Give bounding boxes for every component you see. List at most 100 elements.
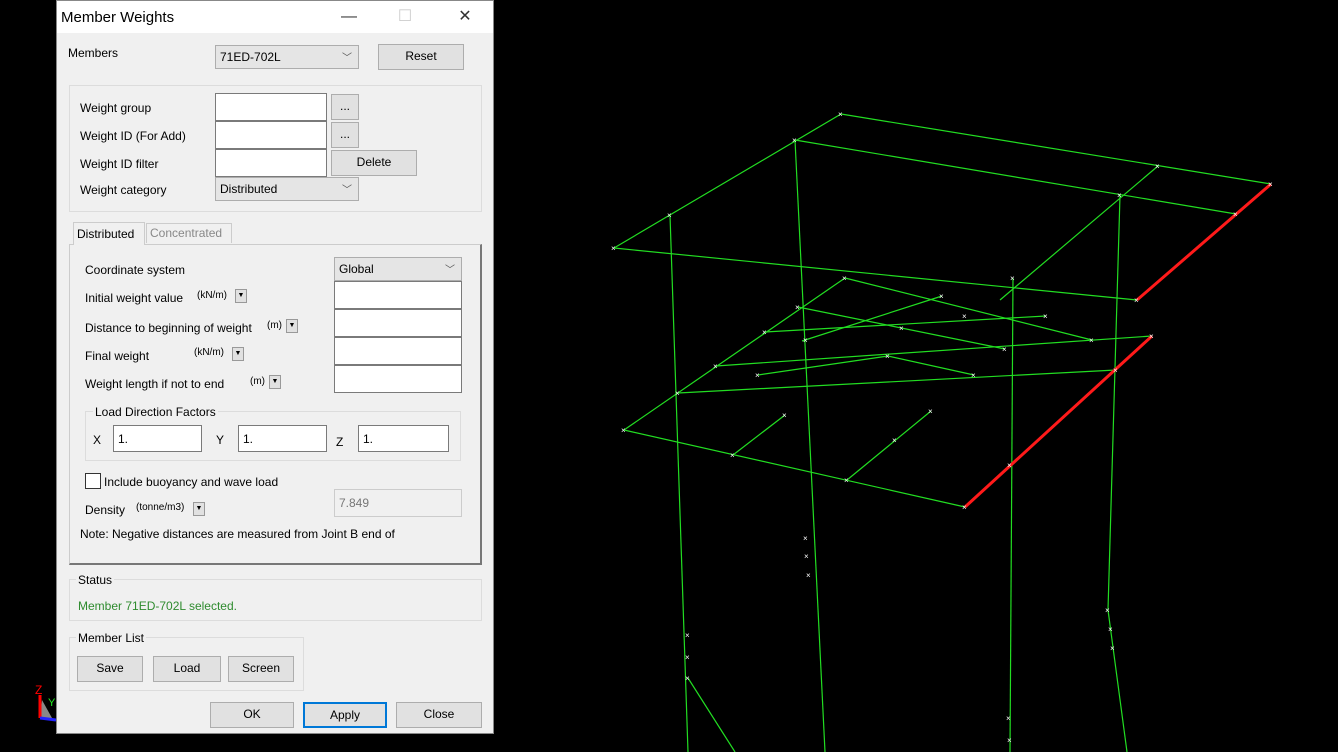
close-button[interactable]: Close — [396, 702, 482, 728]
frame-member[interactable] — [669, 214, 689, 752]
frame-member[interactable] — [801, 295, 943, 342]
members-select[interactable]: 71ED-702L ﹀ — [215, 45, 359, 69]
joint-marker[interactable]: × — [1155, 162, 1160, 171]
frame-member[interactable] — [840, 113, 1272, 185]
minimize-icon[interactable]: — — [329, 5, 369, 29]
weight-length-unit-dropdown[interactable]: ▼ — [269, 375, 281, 389]
joint-marker[interactable]: × — [962, 312, 967, 321]
delete-button[interactable]: Delete — [331, 150, 417, 176]
ok-button[interactable]: OK — [210, 702, 294, 728]
joint-marker[interactable]: × — [1110, 644, 1115, 653]
density-unit-dropdown[interactable]: ▼ — [193, 502, 205, 516]
frame-member[interactable] — [764, 315, 1047, 333]
x-factor-input[interactable] — [113, 425, 202, 452]
final-weight-unit-dropdown[interactable]: ▼ — [232, 347, 244, 361]
weight-length-input[interactable] — [334, 365, 462, 393]
joint-marker[interactable]: × — [803, 534, 808, 543]
joint-marker[interactable]: × — [1089, 336, 1094, 345]
save-button[interactable]: Save — [77, 656, 143, 682]
weight-filter-input[interactable] — [215, 149, 327, 177]
joint-marker[interactable]: × — [1134, 296, 1139, 305]
screen-button[interactable]: Screen — [228, 656, 294, 682]
joint-marker[interactable]: × — [838, 110, 843, 119]
joint-marker[interactable]: × — [939, 292, 944, 301]
joint-marker[interactable]: × — [713, 362, 718, 371]
initial-weight-unit-dropdown[interactable]: ▼ — [235, 289, 247, 303]
joint-marker[interactable]: × — [1268, 180, 1273, 189]
joint-marker[interactable]: × — [675, 389, 680, 398]
joint-marker[interactable]: × — [782, 411, 787, 420]
joint-marker[interactable]: × — [928, 407, 933, 416]
frame-member[interactable] — [1107, 194, 1121, 611]
frame-member[interactable] — [623, 277, 846, 431]
apply-button[interactable]: Apply — [303, 702, 387, 728]
frame-member[interactable] — [844, 277, 1093, 341]
frame-member[interactable] — [732, 414, 786, 456]
frame-member[interactable] — [677, 369, 1117, 394]
distance-input[interactable] — [334, 309, 462, 337]
weight-group-browse-button[interactable]: ... — [331, 94, 359, 120]
z-factor-input[interactable] — [358, 425, 449, 452]
frame-member[interactable] — [687, 677, 736, 752]
joint-marker[interactable]: × — [611, 244, 616, 253]
joint-marker[interactable]: × — [795, 303, 800, 312]
frame-member[interactable] — [887, 355, 975, 376]
joint-marker[interactable]: × — [755, 371, 760, 380]
frame-member[interactable] — [999, 165, 1159, 301]
y-factor-input[interactable] — [238, 425, 327, 452]
frame-member[interactable] — [794, 139, 1237, 215]
joint-marker[interactable]: × — [804, 552, 809, 561]
tab-concentrated[interactable]: Concentrated — [146, 223, 232, 243]
joint-marker[interactable]: × — [685, 631, 690, 640]
close-icon[interactable]: ✕ — [445, 5, 485, 29]
selected-member[interactable] — [963, 334, 1154, 509]
joint-marker[interactable]: × — [762, 328, 767, 337]
weight-id-input[interactable] — [215, 121, 327, 149]
joint-marker[interactable]: × — [1149, 332, 1154, 341]
frame-member[interactable] — [794, 139, 826, 752]
joint-marker[interactable]: × — [971, 371, 976, 380]
joint-marker[interactable]: × — [844, 476, 849, 485]
joint-marker[interactable]: × — [730, 451, 735, 460]
initial-weight-input[interactable] — [334, 281, 462, 309]
joint-marker[interactable]: × — [1043, 312, 1048, 321]
joint-marker[interactable]: × — [899, 324, 904, 333]
frame-member[interactable] — [1009, 277, 1014, 752]
joint-marker[interactable]: × — [1105, 606, 1110, 615]
joint-marker[interactable]: × — [806, 571, 811, 580]
tab-distributed[interactable]: Distributed — [73, 222, 145, 245]
joint-marker[interactable]: × — [621, 426, 626, 435]
coordinate-system-select[interactable]: Global ﹀ — [334, 257, 462, 281]
frame-member[interactable] — [846, 410, 932, 481]
weight-group-input[interactable] — [215, 93, 327, 121]
density-input[interactable] — [334, 489, 462, 517]
joint-marker[interactable]: × — [792, 136, 797, 145]
final-weight-input[interactable] — [334, 337, 462, 365]
joint-marker[interactable]: × — [842, 274, 847, 283]
load-button[interactable]: Load — [153, 656, 221, 682]
joint-marker[interactable]: × — [892, 436, 897, 445]
weight-category-select[interactable]: Distributed ﹀ — [215, 177, 359, 201]
selected-member[interactable] — [1136, 182, 1272, 302]
frame-member[interactable] — [715, 335, 1153, 367]
maximize-icon[interactable]: ☐ — [385, 5, 425, 29]
joint-marker[interactable]: × — [1108, 625, 1113, 634]
joint-marker[interactable]: × — [1010, 274, 1015, 283]
joint-marker[interactable]: × — [1007, 461, 1012, 470]
joint-marker[interactable]: × — [685, 653, 690, 662]
buoyancy-checkbox[interactable] — [85, 473, 101, 489]
joint-marker[interactable]: × — [1117, 191, 1122, 200]
joint-marker[interactable]: × — [885, 352, 890, 361]
frame-member[interactable] — [613, 113, 842, 249]
joint-marker[interactable]: × — [685, 674, 690, 683]
joint-marker[interactable]: × — [1113, 366, 1118, 375]
joint-marker[interactable]: × — [667, 211, 672, 220]
joint-marker[interactable]: × — [962, 503, 967, 512]
frame-member[interactable] — [613, 247, 1138, 301]
weight-id-browse-button[interactable]: ... — [331, 122, 359, 148]
reset-button[interactable]: Reset — [378, 44, 464, 70]
joint-marker[interactable]: × — [803, 336, 808, 345]
joint-marker[interactable]: × — [1006, 714, 1011, 723]
distance-unit-dropdown[interactable]: ▼ — [286, 319, 298, 333]
joint-marker[interactable]: × — [1007, 736, 1012, 745]
